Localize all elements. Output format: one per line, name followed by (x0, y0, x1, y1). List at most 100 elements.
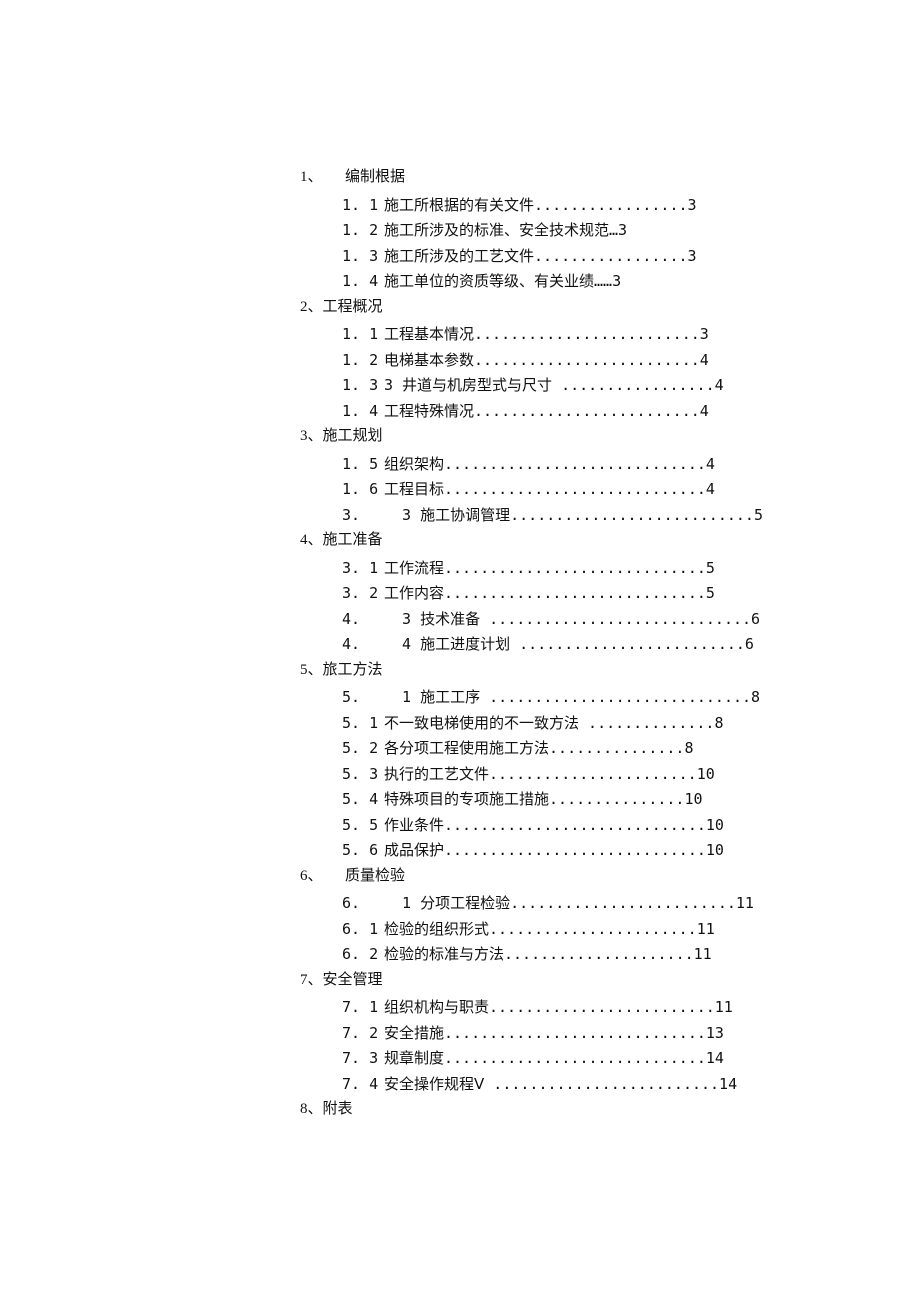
toc-entry: 4. 3 技术准备 .............................6 (342, 607, 635, 633)
entry-num: 1. 6 (342, 477, 384, 503)
section-title: 编制根据 (345, 165, 405, 191)
toc-entry: 1. 4工程特殊情况.........................4 (342, 399, 635, 425)
entry-num: 6. 2 (342, 942, 384, 968)
entry-label: 组织机构与职责.........................11 (384, 995, 733, 1021)
toc-entry: 3. 1工作流程.............................5 (342, 556, 635, 582)
toc-section-2: 2、工程概况 (300, 295, 635, 321)
toc-entry: 7. 3规章制度.............................14 (342, 1046, 635, 1072)
toc-section-8: 8、附表 (300, 1097, 635, 1123)
entry-num: 7. 4 (342, 1072, 384, 1098)
entry-num: 1. 5 (342, 452, 384, 478)
entry-label: 4 施工进度计划 .........................6 (384, 632, 754, 658)
section-title: 附表 (323, 1097, 353, 1123)
toc-entry: 5. 6成品保护.............................10 (342, 838, 635, 864)
entry-label: 施工所根据的有关文件.................3 (384, 193, 697, 219)
entry-num: 6. 1 (342, 917, 384, 943)
toc-section-7: 7、安全管理 (300, 968, 635, 994)
entry-label: 3 施工协调管理...........................5 (384, 503, 763, 529)
section-title: 施工规划 (323, 424, 383, 450)
section-number: 8、 (300, 1097, 323, 1123)
entry-label: 执行的工艺文件.......................10 (384, 762, 715, 788)
entry-label: 电梯基本参数.........................4 (384, 348, 709, 374)
entry-label: 工作内容.............................5 (384, 581, 715, 607)
entry-num: 3. 2 (342, 581, 384, 607)
entry-num: 3. 1 (342, 556, 384, 582)
section-number: 4、 (300, 528, 323, 554)
entry-label: 1 分项工程检验.........................11 (384, 891, 754, 917)
section-title: 质量检验 (345, 864, 405, 890)
entry-label: 检验的组织形式.......................11 (384, 917, 715, 943)
toc-entry: 1. 3施工所涉及的工艺文件.................3 (342, 244, 635, 270)
entry-num: 5. 3 (342, 762, 384, 788)
toc-entry: 5. 5作业条件.............................10 (342, 813, 635, 839)
entry-num: 7. 3 (342, 1046, 384, 1072)
section-number: 7、 (300, 968, 323, 994)
section-number: 3、 (300, 424, 323, 450)
section-gap (323, 864, 346, 890)
section-number: 6、 (300, 864, 323, 890)
entry-label: 施工所涉及的工艺文件.................3 (384, 244, 697, 270)
section-title: 施工准备 (323, 528, 383, 554)
toc-entry: 7. 1组织机构与职责.........................11 (342, 995, 635, 1021)
toc-entry: 5. 4特殊项目的专项施工措施...............10 (342, 787, 635, 813)
entry-num: 1. 3 (342, 373, 384, 399)
entry-label: 规章制度.............................14 (384, 1046, 724, 1072)
section-number: 1、 (300, 165, 323, 191)
toc-entry: 1. 5组织架构.............................4 (342, 452, 635, 478)
entry-num: 5. 6 (342, 838, 384, 864)
entry-num: 3. (342, 503, 384, 529)
toc-section-4: 4、施工准备 (300, 528, 635, 554)
toc-entry: 1. 33 井道与机房型式与尺寸 .................4 (342, 373, 635, 399)
toc-entry: 6. 1 分项工程检验.........................11 (342, 891, 635, 917)
toc-entry: 5. 2各分项工程使用施工方法...............8 (342, 736, 635, 762)
section-title: 安全管理 (323, 968, 383, 994)
entry-label: 施工单位的资质等级、有关业绩……3 (384, 269, 621, 295)
entry-num: 5. 2 (342, 736, 384, 762)
toc-entry: 6. 2检验的标准与方法.....................11 (342, 942, 635, 968)
entry-label: 各分项工程使用施工方法...............8 (384, 736, 694, 762)
section-title: 工程概况 (323, 295, 383, 321)
entry-num: 4. (342, 607, 384, 633)
entry-num: 1. 4 (342, 399, 384, 425)
entry-label: 3 井道与机房型式与尺寸 .................4 (384, 373, 724, 399)
entry-num: 1. 3 (342, 244, 384, 270)
toc-entry: 1. 6工程目标.............................4 (342, 477, 635, 503)
section-number: 2、 (300, 295, 323, 321)
section-gap (323, 165, 346, 191)
section-title: 旅工方法 (323, 658, 383, 684)
toc-entry: 3. 2工作内容.............................5 (342, 581, 635, 607)
toc-entry: 7. 2安全措施.............................13 (342, 1021, 635, 1047)
toc-entry: 3. 3 施工协调管理...........................5 (342, 503, 635, 529)
entry-label: 不一致电梯使用的不一致方法 ..............8 (384, 711, 724, 737)
entry-num: 4. (342, 632, 384, 658)
entry-num: 1. 4 (342, 269, 384, 295)
entry-num: 7. 1 (342, 995, 384, 1021)
entry-label: 施工所涉及的标准、安全技术规范…3 (384, 218, 627, 244)
entry-num: 6. (342, 891, 384, 917)
entry-label: 安全操作规程Ⅴ .........................14 (384, 1072, 737, 1098)
toc-entry: 1. 2施工所涉及的标准、安全技术规范…3 (342, 218, 635, 244)
toc-section-1: 1、 编制根据 (300, 165, 635, 191)
entry-label: 特殊项目的专项施工措施...............10 (384, 787, 703, 813)
toc-section-3: 3、施工规划 (300, 424, 635, 450)
toc-entry: 5. 1不一致电梯使用的不一致方法 ..............8 (342, 711, 635, 737)
section-number: 5、 (300, 658, 323, 684)
toc-entry: 5. 1 施工工序 .............................8 (342, 685, 635, 711)
entry-num: 7. 2 (342, 1021, 384, 1047)
toc-entry: 4. 4 施工进度计划 .........................6 (342, 632, 635, 658)
entry-label: 工程基本情况.........................3 (384, 322, 709, 348)
toc-entry: 5. 3执行的工艺文件.......................10 (342, 762, 635, 788)
toc-entry: 1. 1工程基本情况.........................3 (342, 322, 635, 348)
toc-entry: 1. 1施工所根据的有关文件.................3 (342, 193, 635, 219)
entry-label: 工作流程.............................5 (384, 556, 715, 582)
entry-num: 5. 5 (342, 813, 384, 839)
entry-label: 安全措施.............................13 (384, 1021, 724, 1047)
entry-label: 工程特殊情况.........................4 (384, 399, 709, 425)
toc-entry: 1. 4施工单位的资质等级、有关业绩……3 (342, 269, 635, 295)
toc-section-6: 6、 质量检验 (300, 864, 635, 890)
entry-num: 5. 4 (342, 787, 384, 813)
entry-label: 3 技术准备 .............................6 (384, 607, 760, 633)
document-page: 1、 编制根据 1. 1施工所根据的有关文件.................3… (0, 0, 920, 1301)
entry-label: 成品保护.............................10 (384, 838, 724, 864)
toc-entry: 1. 2电梯基本参数.........................4 (342, 348, 635, 374)
